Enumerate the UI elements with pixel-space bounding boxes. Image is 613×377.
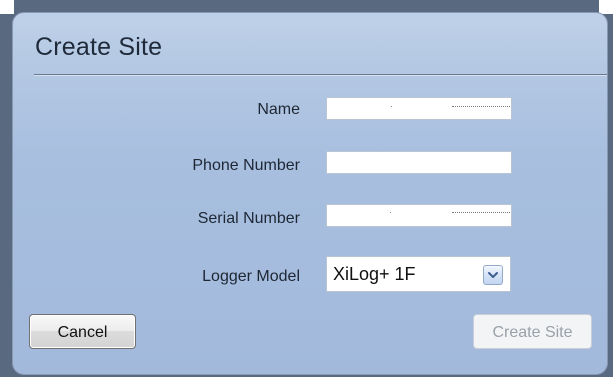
logger-model-label: Logger Model [202,268,300,285]
phone-number-field[interactable] [326,151,512,174]
logger-model-select[interactable]: XiLog+ 1F [326,256,511,292]
serial-number-label: Serial Number [197,210,300,227]
serial-number-field[interactable] [326,204,512,227]
logger-model-dropdown-button[interactable] [483,265,503,285]
frame-corner-top-right [599,0,613,14]
name-field[interactable] [326,97,512,120]
logger-model-selected-value: XiLog+ 1F [333,264,416,284]
name-label: Name [257,101,300,118]
phone-number-label: Phone Number [192,157,300,174]
frame-corner-top-left [0,0,14,14]
chevron-down-icon [488,272,498,278]
create-site-dialog: Create Site Name Phone Number Serial Num… [12,12,608,375]
cancel-button[interactable]: Cancel [29,314,136,349]
title-divider [34,74,607,76]
create-site-button[interactable]: Create Site [473,314,592,349]
dialog-title: Create Site [35,33,163,61]
